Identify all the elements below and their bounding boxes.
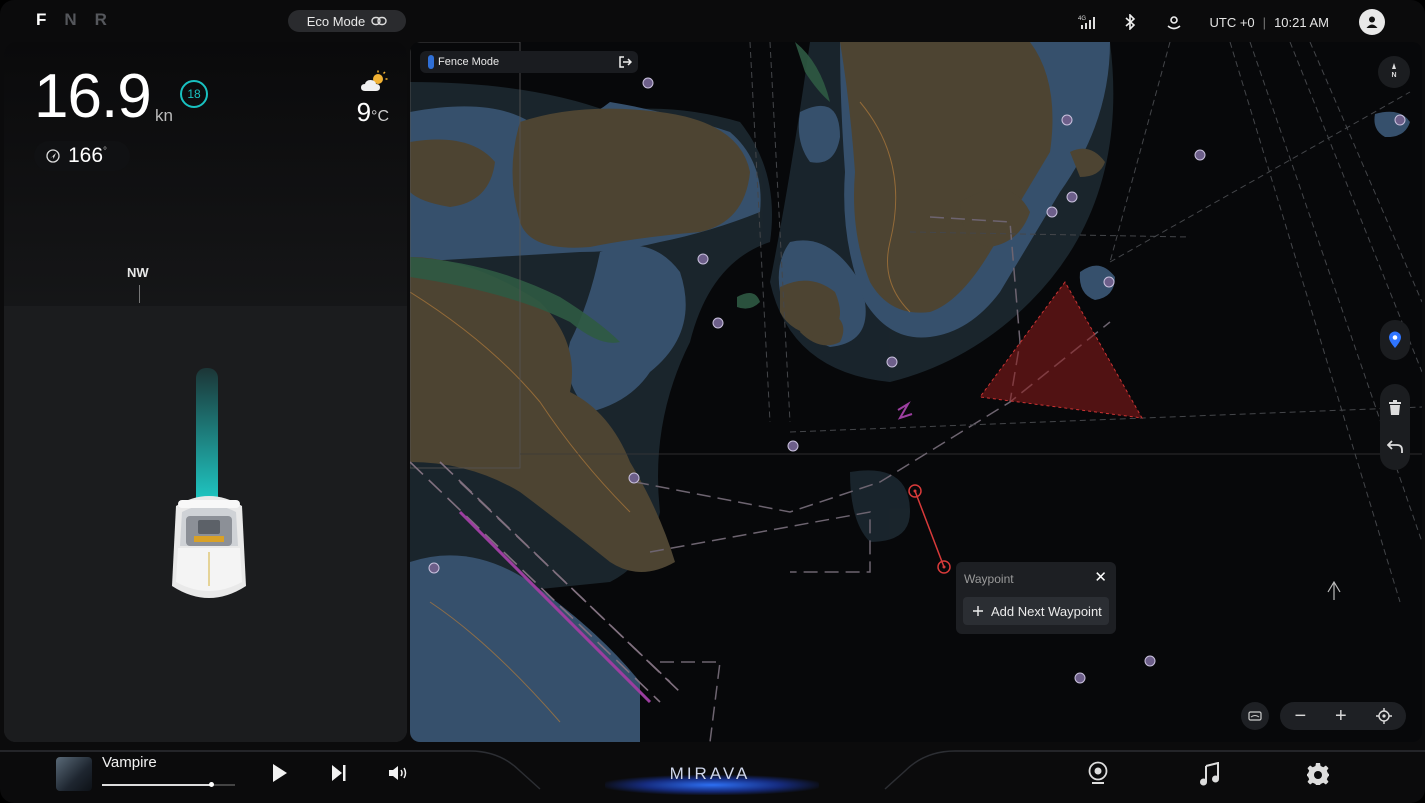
playback-progress[interactable]: [102, 782, 235, 787]
heading-pill: 166°: [34, 141, 130, 171]
heading-unit: °: [103, 146, 108, 157]
clock: UTC +0 | 10:21 AM: [1210, 15, 1329, 30]
play-icon[interactable]: [272, 763, 288, 783]
svg-text:N: N: [1391, 72, 1396, 79]
bottom-dock: Vampire MIRAVA: [0, 745, 1425, 803]
location-pin-icon[interactable]: [1162, 10, 1186, 34]
gear-neutral[interactable]: N: [64, 10, 76, 30]
weather-widget: 9°C: [357, 70, 389, 128]
add-next-waypoint-button[interactable]: Add Next Waypoint: [963, 597, 1109, 625]
nautical-chart[interactable]: Fence Mode N Waypoint ✕ Add Next Waypoin…: [410, 42, 1422, 742]
temperature-value: 9: [356, 97, 372, 127]
music-note-icon[interactable]: [1199, 762, 1219, 786]
layers-icon: [1248, 711, 1262, 721]
time-separator: |: [1262, 14, 1267, 30]
chart-canvas[interactable]: [410, 42, 1422, 742]
trash-icon[interactable]: [1388, 400, 1402, 416]
waypoint-popup: Waypoint ✕ Add Next Waypoint: [956, 562, 1116, 634]
add-next-waypoint-label: Add Next Waypoint: [991, 603, 1102, 619]
skip-next-icon[interactable]: [331, 763, 347, 783]
link-icon: [371, 16, 387, 26]
gear-selector[interactable]: F N R: [36, 10, 107, 30]
undo-icon[interactable]: [1387, 440, 1403, 454]
brand-logo: MIRAVA: [669, 764, 751, 783]
speed-limit-badge: 18: [180, 80, 208, 108]
eco-mode-label: Eco Mode: [306, 13, 366, 29]
time: 10:21 AM: [1274, 14, 1329, 30]
bluetooth-icon[interactable]: [1118, 10, 1142, 34]
exit-icon[interactable]: [618, 56, 632, 68]
gear-forward[interactable]: F: [36, 10, 46, 30]
svg-text:4G: 4G: [1078, 16, 1086, 22]
zoom-controls: − +: [1280, 702, 1406, 730]
signal-icon: 4G: [1074, 10, 1098, 34]
app-frame: F N R Eco Mode 4G UTC +0 | 10:21 AM 16.9…: [0, 0, 1425, 803]
waypoint-popup-title: Waypoint: [964, 572, 1014, 586]
edit-tools-rail: [1380, 384, 1410, 470]
close-icon[interactable]: ✕: [1094, 568, 1107, 586]
timezone: UTC +0: [1209, 14, 1255, 30]
fence-mode-indicator: [428, 55, 434, 69]
partly-cloudy-icon: [361, 70, 388, 91]
zoom-out-button[interactable]: −: [1294, 705, 1306, 728]
recenter-icon[interactable]: [1375, 708, 1392, 724]
gear-reverse[interactable]: R: [95, 10, 107, 30]
status-bar: 4G UTC +0 | 10:21 AM: [1074, 9, 1385, 35]
fence-mode-bar[interactable]: Fence Mode: [420, 51, 638, 73]
boat-model-icon: [172, 496, 246, 598]
eco-mode-button[interactable]: Eco Mode: [288, 10, 406, 32]
navigation-arrow-icon: [46, 149, 60, 163]
settings-gear-icon[interactable]: [1306, 762, 1330, 786]
volume-icon[interactable]: [388, 763, 410, 783]
chart-layers-button[interactable]: [1241, 702, 1269, 730]
north-compass-button[interactable]: N: [1378, 56, 1410, 88]
heading-value: 166: [68, 144, 104, 167]
temperature-unit: °C: [371, 108, 389, 125]
compass-north-icon: N: [1391, 63, 1397, 79]
speed-value: 16.9: [34, 62, 152, 131]
camera-icon[interactable]: [1087, 761, 1109, 785]
heading-beam: [196, 368, 218, 500]
track-title: Vampire: [102, 754, 157, 771]
zoom-in-button[interactable]: +: [1335, 705, 1347, 728]
plus-icon: [973, 606, 983, 616]
waypoint-pin-button[interactable]: [1380, 320, 1410, 360]
fence-mode-label: Fence Mode: [438, 55, 500, 68]
compass-direction: NW: [127, 265, 149, 280]
album-art[interactable]: [56, 757, 92, 791]
speed-unit: kn: [155, 106, 173, 125]
playback-progress-fill: [102, 784, 212, 786]
dashboard-panel: 16.9 kn 18 166° 9°C NW: [4, 42, 407, 742]
map-pin-icon: [1389, 331, 1401, 348]
user-avatar-icon[interactable]: [1359, 9, 1385, 35]
compass-tick: [139, 285, 140, 303]
